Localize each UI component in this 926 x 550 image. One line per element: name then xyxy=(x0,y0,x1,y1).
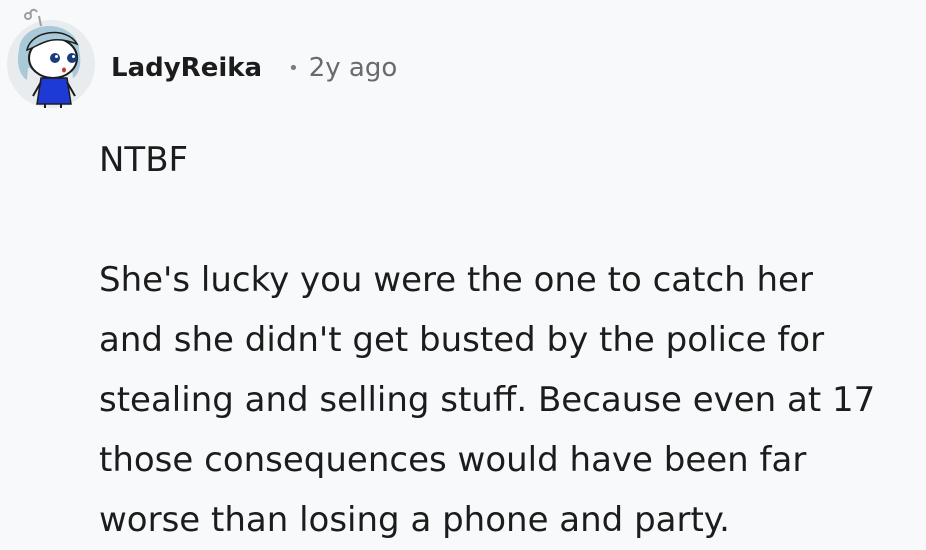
comment-meta: LadyReika • 2y ago xyxy=(111,48,397,88)
comment-line: and she didn't get busted by the police … xyxy=(99,320,825,360)
meta-separator: • xyxy=(288,57,299,79)
comment-line: stealing and selling stuff. Because even… xyxy=(99,380,876,420)
comment-body: NTBF She's lucky you were the one to cat… xyxy=(99,130,921,550)
comment-line: She's lucky you were the one to catch he… xyxy=(99,260,813,300)
comment-paragraph: She's lucky you were the one to catch he… xyxy=(99,250,921,550)
comment-paragraph: NTBF xyxy=(99,140,189,180)
comment-line: those consequences would have been far xyxy=(99,440,807,480)
snoo-avatar-icon xyxy=(7,8,95,108)
user-avatar[interactable] xyxy=(5,8,97,108)
comment-timestamp[interactable]: 2y ago xyxy=(309,53,398,83)
comment: LadyReika • 2y ago NTBF She's lucky you … xyxy=(0,0,926,540)
comment-line: worse than losing a phone and party. xyxy=(99,500,730,540)
comment-author[interactable]: LadyReika xyxy=(111,53,262,83)
